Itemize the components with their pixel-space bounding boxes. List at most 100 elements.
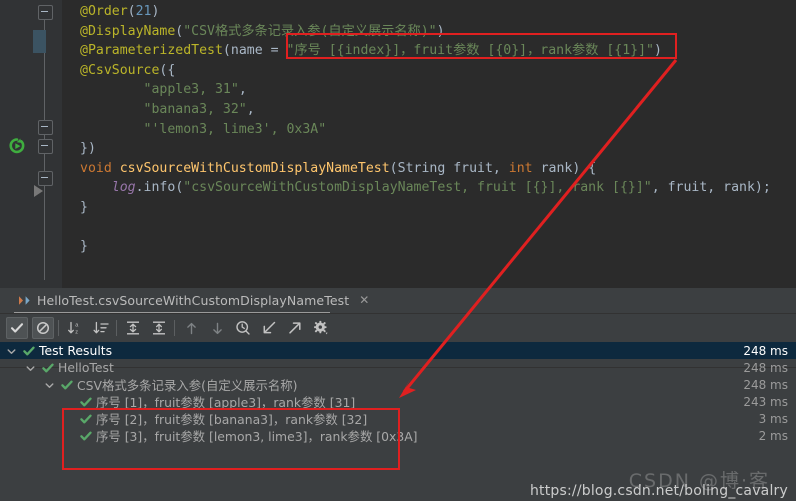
code-line: } bbox=[62, 198, 796, 218]
code-token: int bbox=[508, 160, 533, 176]
code-token: }) bbox=[80, 141, 96, 157]
toolbar-separator bbox=[174, 320, 175, 336]
arrow-down-icon bbox=[212, 322, 222, 334]
test-tree-row[interactable]: Test Results 248 ms bbox=[0, 342, 796, 359]
tool-window-tabs: HelloTest.csvSourceWithCustomDisplayName… bbox=[0, 288, 796, 314]
no-entry-icon bbox=[36, 321, 50, 335]
import-test-results-button[interactable] bbox=[258, 317, 280, 339]
code-token: String bbox=[397, 160, 446, 176]
previous-failed-test-button[interactable] bbox=[180, 317, 202, 339]
sort-alpha-icon: a z bbox=[68, 321, 79, 335]
test-tree-row[interactable]: HelloTest 248 ms bbox=[0, 359, 796, 376]
sort-alphabetically-button[interactable]: a z bbox=[64, 317, 86, 339]
svg-text:z: z bbox=[75, 329, 78, 335]
chevron-down-icon[interactable] bbox=[44, 379, 55, 390]
code-token: rank) { bbox=[532, 160, 597, 176]
fold-arrow-icon[interactable] bbox=[34, 185, 43, 197]
fold-marker-icon[interactable] bbox=[38, 5, 53, 20]
code-line: }) bbox=[62, 139, 796, 159]
code-token: @Order bbox=[80, 4, 128, 19]
code-token: @CsvSource bbox=[80, 62, 160, 78]
code-token: void bbox=[80, 160, 112, 176]
test-tree-label: Test Results bbox=[39, 343, 113, 358]
gear-icon bbox=[314, 320, 328, 335]
collapse-all-button[interactable] bbox=[148, 317, 170, 339]
test-passed-icon bbox=[61, 379, 73, 391]
expand-all-icon bbox=[127, 321, 139, 335]
test-passed-icon bbox=[42, 363, 54, 372]
tab-title: HelloTest.csvSourceWithCustomDisplayName… bbox=[37, 292, 350, 308]
test-duration: 243 ms bbox=[743, 394, 788, 409]
chevron-down-icon[interactable] bbox=[25, 363, 36, 374]
code-token: ) bbox=[151, 4, 160, 19]
test-passed-icon bbox=[80, 396, 92, 408]
next-failed-test-button[interactable] bbox=[206, 317, 228, 339]
test-tree-label: CSV格式多条记录入参(自定义展示名称) bbox=[77, 377, 298, 393]
code-token: "csvSourceWithCustomDisplayNameTest, fru… bbox=[183, 180, 652, 196]
test-duration: 3 ms bbox=[758, 411, 788, 426]
import-icon bbox=[263, 321, 276, 334]
code-token: "'lemon3, lime3', 0x3A" bbox=[143, 121, 327, 137]
test-passed-icon bbox=[23, 346, 35, 355]
test-tree-row[interactable]: CSV格式多条记录入参(自定义展示名称) 248 ms bbox=[0, 376, 796, 393]
run-configuration-icon bbox=[19, 295, 30, 305]
chevron-down-icon[interactable] bbox=[6, 345, 17, 356]
export-test-results-button[interactable] bbox=[284, 317, 306, 339]
editor-gutter[interactable] bbox=[0, 0, 62, 288]
test-settings-button[interactable] bbox=[310, 317, 332, 339]
show-ignored-toggle[interactable] bbox=[32, 317, 54, 339]
code-token: fruit, bbox=[445, 160, 509, 176]
fold-marker-icon[interactable] bbox=[38, 120, 53, 135]
code-token: . bbox=[135, 180, 144, 196]
code-line: "apple3, 31", bbox=[62, 80, 796, 100]
code-token: ({ bbox=[159, 62, 176, 78]
toolbar-separator bbox=[116, 320, 117, 336]
arrow-up-icon bbox=[186, 322, 196, 334]
show-passed-toggle[interactable] bbox=[6, 317, 28, 339]
sort-duration-icon bbox=[93, 321, 109, 334]
fold-marker-icon[interactable] bbox=[38, 139, 53, 154]
tab-test-run[interactable]: HelloTest.csvSourceWithCustomDisplayName… bbox=[14, 288, 375, 312]
chevron-down-icon[interactable] bbox=[44, 380, 55, 391]
highlight-box-display-name-pattern bbox=[286, 33, 677, 59]
code-token: 21 bbox=[135, 4, 152, 19]
toolbar-separator bbox=[58, 320, 59, 336]
code-token: log bbox=[111, 180, 136, 196]
test-duration: 248 ms bbox=[743, 343, 788, 358]
sort-by-duration-button[interactable] bbox=[90, 317, 112, 339]
test-passed-icon bbox=[23, 345, 35, 357]
test-tree-label: HelloTest bbox=[58, 360, 114, 375]
code-token: ( bbox=[222, 43, 231, 59]
highlight-box-generated-names bbox=[62, 408, 400, 470]
export-icon bbox=[289, 322, 301, 334]
code-token: name bbox=[230, 43, 263, 59]
fold-marker-icon[interactable] bbox=[38, 171, 53, 186]
test-history-button[interactable] bbox=[232, 317, 254, 339]
code-line: } bbox=[62, 237, 796, 257]
code-token: ( bbox=[127, 4, 136, 19]
code-token: @ParameterizedTest bbox=[80, 43, 223, 59]
ide-window: @Order(21) @DisplayName("CSV格式多条记录入参(自定义展… bbox=[0, 0, 796, 501]
chevron-down-icon[interactable] bbox=[25, 362, 36, 373]
code-token: , fruit, rank); bbox=[651, 180, 771, 196]
svg-text:a: a bbox=[75, 323, 79, 329]
code-token: = bbox=[262, 43, 287, 59]
test-passed-icon bbox=[42, 362, 54, 374]
code-token: csvSourceWithCustomDisplayNameTest bbox=[119, 160, 390, 176]
expand-all-button[interactable] bbox=[122, 317, 144, 339]
run-test-icon[interactable] bbox=[8, 137, 26, 155]
test-duration: 2 ms bbox=[758, 428, 788, 443]
code-line: log.info("csvSourceWithCustomDisplayName… bbox=[62, 178, 796, 198]
test-duration: 248 ms bbox=[743, 377, 788, 392]
code-line: @Order(21) bbox=[62, 2, 796, 22]
close-icon[interactable]: ✕ bbox=[359, 293, 369, 307]
code-token: "banana3, 32" bbox=[143, 101, 247, 117]
test-passed-icon bbox=[80, 397, 92, 406]
test-duration: 248 ms bbox=[743, 360, 788, 375]
chevron-down-icon[interactable] bbox=[6, 346, 17, 357]
code-line: "'lemon3, lime3', 0x3A" bbox=[62, 120, 796, 140]
